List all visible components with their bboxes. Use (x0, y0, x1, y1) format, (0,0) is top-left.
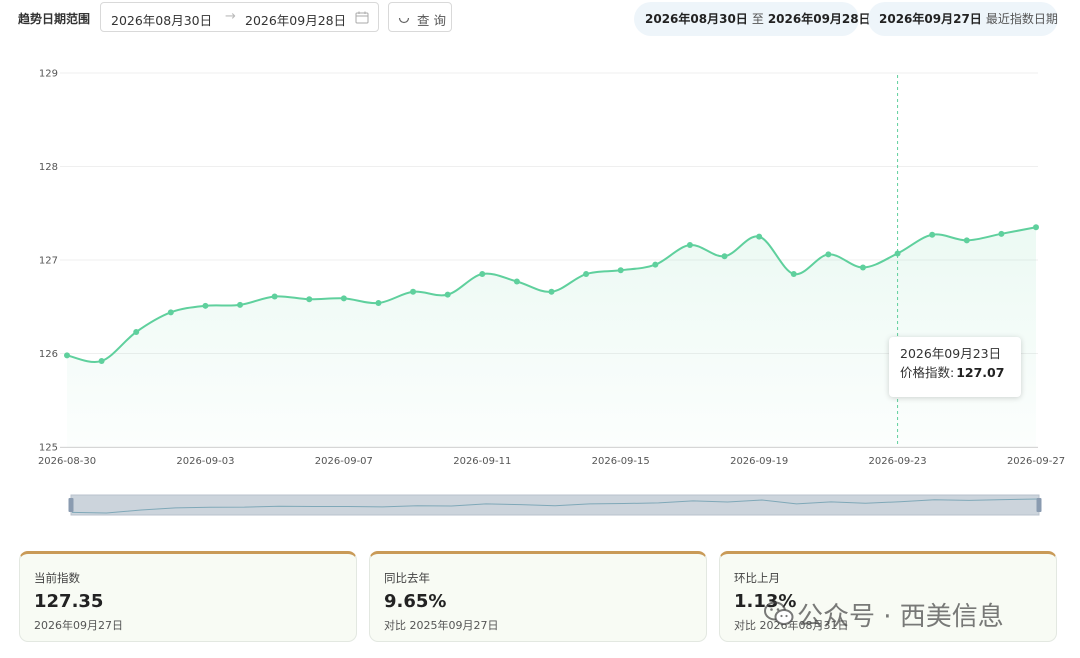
data-point (133, 328, 140, 335)
card-title: 环比上月 (734, 571, 780, 585)
x-tick-label: 2026-09-23 (869, 456, 927, 467)
y-tick-label: 128 (39, 162, 58, 173)
current-index-card: 当前指数 127.35 2026年09月27日 (19, 551, 357, 642)
chart-tooltip: 2026年09月23日 价格指数: 127.07 (889, 337, 1021, 397)
data-point (756, 233, 763, 240)
x-tick-label: 2026-09-11 (453, 456, 511, 467)
data-point (894, 250, 901, 257)
data-point (167, 309, 174, 316)
data-point (963, 237, 970, 244)
data-point (825, 251, 832, 258)
range-joiner-text: 至 (751, 12, 764, 26)
data-point (859, 264, 866, 271)
latest-date-label: 最近指数日期 (985, 12, 1058, 26)
y-tick-label: 125 (39, 443, 58, 454)
zoom-handle-left[interactable] (68, 498, 74, 512)
year-over-year-card: 同比去年 9.65% 对比 2025年09月27日 (369, 551, 707, 642)
x-tick-label: 2026-09-27 (1007, 456, 1065, 467)
tooltip-date: 2026年09月23日 (900, 346, 1002, 361)
query-button[interactable]: 查询 (388, 2, 452, 32)
card-value: 9.65% (384, 591, 447, 612)
tooltip-value: 127.07 (956, 365, 1005, 380)
tooltip-label: 价格指数: (900, 365, 955, 380)
data-point (444, 291, 451, 298)
data-point (98, 357, 105, 364)
start-date-input[interactable]: 2026年08月30日 (111, 10, 212, 29)
range-start-text: 2026年08月30日 (645, 12, 748, 26)
x-tick-label: 2026-09-07 (315, 456, 373, 467)
zoom-handle-right[interactable] (1036, 498, 1042, 512)
data-point (686, 242, 693, 249)
data-point (617, 267, 624, 274)
calendar-icon[interactable] (355, 11, 369, 24)
y-tick-label: 129 (39, 69, 58, 80)
chart-canvas[interactable]: 125 126 127 128 129 2026-08-30 2026-09-03 2026-… (0, 50, 1080, 530)
x-tick-label: 2026-09-19 (730, 456, 788, 467)
data-point (1033, 224, 1039, 231)
zoom-slider-window (70, 494, 1040, 516)
card-value: 127.35 (34, 591, 104, 612)
data-point (202, 302, 209, 309)
query-button-label: 查询 (417, 13, 451, 28)
data-point (652, 261, 659, 268)
data-point (237, 301, 244, 308)
x-tick-label: 2026-09-03 (176, 456, 234, 467)
data-point (548, 288, 555, 295)
card-subtext: 对比 2025年09月27日 (384, 619, 499, 632)
end-date-input[interactable]: 2026年09月28日 (245, 10, 346, 29)
date-range-picker[interactable]: 2026年08月30日 → 2026年09月28日 (100, 2, 379, 32)
wechat-icon (764, 601, 794, 625)
tooltip-value-row: 价格指数: 127.07 (900, 363, 1010, 383)
x-tick-label: 2026-09-15 (592, 456, 650, 467)
card-title: 同比去年 (384, 571, 430, 585)
data-point (513, 278, 520, 285)
x-tick-label: 2026-08-30 (38, 456, 96, 467)
latest-date-badge: 2026年09月27日 最近指数日期 (868, 2, 1058, 36)
data-point (479, 271, 486, 278)
data-point (721, 253, 728, 260)
latest-date-text: 2026年09月27日 (879, 12, 982, 26)
data-point (375, 300, 382, 307)
range-end-text: 2026年09月28日 (767, 12, 871, 26)
data-point (64, 352, 70, 359)
range-separator: → (225, 9, 236, 24)
data-point (271, 293, 278, 300)
data-point (306, 296, 313, 303)
filter-bar: 趋势日期范围 2026年08月30日 → 2026年09月28日 查询 2026… (0, 0, 1080, 40)
data-point (929, 231, 936, 238)
loading-icon (398, 17, 410, 24)
watermark-text: 公众号 · 西美信息 (797, 602, 1004, 632)
card-title: 当前指数 (34, 571, 80, 585)
y-tick-label: 126 (39, 349, 58, 360)
y-tick-label: 127 (39, 256, 58, 267)
data-point (410, 288, 417, 295)
data-point (998, 230, 1005, 237)
data-point (583, 271, 590, 278)
price-index-chart[interactable]: 125 126 127 128 129 2026-08-30 2026-09-03 2026-… (0, 50, 1080, 530)
range-summary-badge: 2026年08月30日至 2026年09月28日 (634, 2, 871, 36)
date-range-label: 趋势日期范围 (18, 12, 91, 26)
data-point (790, 271, 797, 278)
card-subtext: 2026年09月27日 (34, 619, 123, 632)
data-point (340, 295, 347, 302)
